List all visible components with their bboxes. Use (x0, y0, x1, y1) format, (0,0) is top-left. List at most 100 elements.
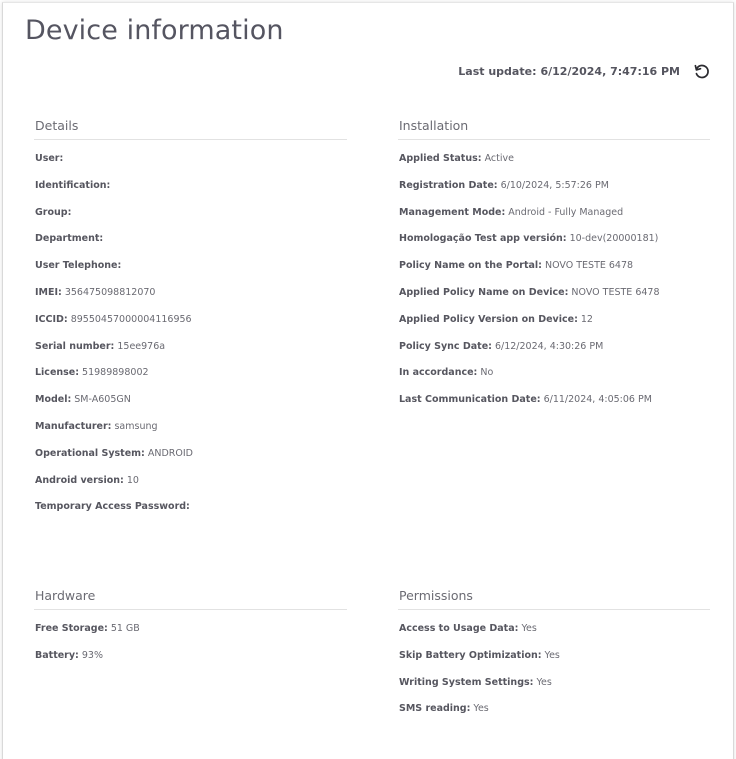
permissions-list: Access to Usage Data: Yes Skip Battery Opt… (398, 623, 710, 730)
info-row-label: IMEI: (35, 286, 62, 298)
info-row: Free Storage: 51 GB (34, 623, 347, 650)
info-row-value: Active (484, 153, 514, 164)
page-title: Device information (25, 15, 284, 46)
info-row-label: Skip Battery Optimization: (399, 649, 542, 661)
info-row-value: ANDROID (147, 447, 193, 459)
info-row: Policy Sync Date: 6/12/2024, 4:30:26 PM (398, 341, 710, 368)
info-row-label: Serial number: (35, 340, 115, 352)
hardware-title: Hardware (34, 588, 347, 610)
info-row-label: Registration Date: (399, 179, 498, 191)
info-row-value: 356475098812070 (64, 286, 156, 298)
info-row-label: Applied Status: (399, 153, 482, 164)
permissions-section: Permissions Access to Usage Data: Yes Skip… (398, 588, 710, 730)
last-update-value: 6/12/2024, 7:47:16 PM (540, 65, 680, 78)
info-row: Android version: 10 (34, 475, 347, 502)
info-row-value: NOVO TESTE 6478 (571, 286, 660, 298)
info-row-value: 51989898002 (82, 367, 149, 379)
hardware-section: Hardware Free Storage: 51 GB Battery: 93% (34, 588, 347, 677)
info-row: In accordance: No (398, 367, 710, 394)
info-row: Applied Policy Version on Device: 12 (398, 314, 710, 341)
info-row-value: 51 GB (110, 623, 140, 634)
info-row-label: SMS reading: (399, 703, 471, 715)
info-row: Applied Policy Name on Device: NOVO TESTE… (398, 287, 710, 314)
refresh-button[interactable] (691, 61, 713, 83)
installation-section: Installation Applied Status: Active Regist… (398, 118, 710, 421)
info-row-label: In accordance: (399, 367, 478, 379)
info-row: Management Mode: Android - Fully Managed (398, 207, 710, 234)
info-row: Homologação Test app versión: 10-dev(2000… (398, 233, 710, 260)
info-row: IMEI: 356475098812070 (34, 287, 347, 314)
info-row: Temporary Access Password: (34, 501, 347, 528)
info-row: Battery: 93% (34, 650, 347, 677)
info-row-label: Model: (35, 394, 72, 406)
info-row-label: Operational System: (35, 447, 145, 459)
installation-list: Applied Status: Active Registration Date: 6… (398, 153, 710, 421)
info-row-label: License: (35, 367, 80, 379)
info-row-label: Android version: (35, 474, 124, 486)
info-row: Operational System: ANDROID (34, 448, 347, 475)
info-row: Model: SM-A605GN (34, 394, 347, 421)
info-row-label: Temporary Access Password: (35, 501, 190, 513)
last-update-label: Last update: (458, 65, 537, 78)
info-row-value: 10-dev(20000181) (569, 233, 659, 245)
info-row: Manufacturer: samsung (34, 421, 347, 448)
info-row-value: Yes (536, 676, 552, 688)
info-row-label: Applied Policy Version on Device: (399, 313, 578, 325)
info-row-value: 6/12/2024, 4:30:26 PM (494, 340, 604, 352)
info-row-value: 15ee976a (117, 340, 166, 352)
info-row-label: Homologação Test app versión: (399, 233, 567, 245)
info-row-label: Department: (35, 233, 104, 245)
info-row-value: SM-A605GN (74, 394, 131, 406)
info-row: Department: (34, 233, 347, 260)
details-title: Details (34, 118, 347, 140)
info-row-value: Yes (544, 649, 560, 661)
info-row-value: 93% (81, 649, 103, 661)
info-row-value: No (480, 367, 494, 379)
info-row-label: Policy Sync Date: (399, 340, 492, 352)
info-row-label: Manufacturer: (35, 420, 112, 432)
info-row-value: 6/10/2024, 5:57:26 PM (500, 179, 609, 191)
info-row-label: Battery: (35, 649, 79, 661)
info-row: Last Communication Date: 6/11/2024, 4:05:… (398, 394, 710, 421)
details-list: User: Identification: Group: Department: Use… (34, 153, 347, 528)
info-row-value: 12 (580, 313, 593, 325)
info-row-value: 89550457000004116956 (70, 313, 192, 325)
info-row: Policy Name on the Portal: NOVO TESTE 647… (398, 260, 710, 287)
last-update: Last update: 6/12/2024, 7:47:16 PM (458, 65, 680, 78)
info-row-label: Last Communication Date: (399, 394, 541, 406)
info-row-value: NOVO TESTE 6478 (544, 260, 634, 272)
info-row-value: Yes (473, 703, 489, 715)
device-info-dialog: Device information Last update: 6/12/2024… (2, 2, 734, 759)
info-row: Applied Status: Active (398, 153, 710, 180)
info-row: User Telephone: (34, 260, 347, 287)
info-row-value: Android - Fully Managed (508, 206, 624, 218)
info-row-label: Group: (35, 206, 72, 218)
info-row: ICCID: 89550457000004116956 (34, 314, 347, 341)
info-row-label: User Telephone: (35, 260, 122, 272)
info-row-label: User: (35, 153, 64, 164)
info-row-label: Free Storage: (35, 623, 108, 634)
refresh-icon (694, 64, 709, 79)
info-row-label: Access to Usage Data: (399, 623, 519, 634)
info-row-label: Management Mode: (399, 206, 506, 218)
info-row: Identification: (34, 180, 347, 207)
info-row-value: Yes (521, 623, 537, 634)
installation-title: Installation (398, 118, 710, 140)
info-row: Writing System Settings: Yes (398, 677, 710, 704)
info-row: Group: (34, 207, 347, 234)
info-row-value: samsung (114, 420, 158, 432)
info-row-label: Identification: (35, 179, 111, 191)
info-row-value: 6/11/2024, 4:05:06 PM (543, 394, 652, 406)
info-row-value: 10 (126, 474, 139, 486)
info-row: Skip Battery Optimization: Yes (398, 650, 710, 677)
info-row-label: ICCID: (35, 313, 68, 325)
info-row: Access to Usage Data: Yes (398, 623, 710, 650)
permissions-title: Permissions (398, 588, 710, 610)
info-row: SMS reading: Yes (398, 703, 710, 730)
info-row: Serial number: 15ee976a (34, 341, 347, 368)
info-row-label: Policy Name on the Portal: (399, 260, 542, 272)
info-row-label: Writing System Settings: (399, 676, 534, 688)
info-row-label: Applied Policy Name on Device: (399, 286, 569, 298)
hardware-list: Free Storage: 51 GB Battery: 93% (34, 623, 347, 677)
info-row: License: 51989898002 (34, 367, 347, 394)
